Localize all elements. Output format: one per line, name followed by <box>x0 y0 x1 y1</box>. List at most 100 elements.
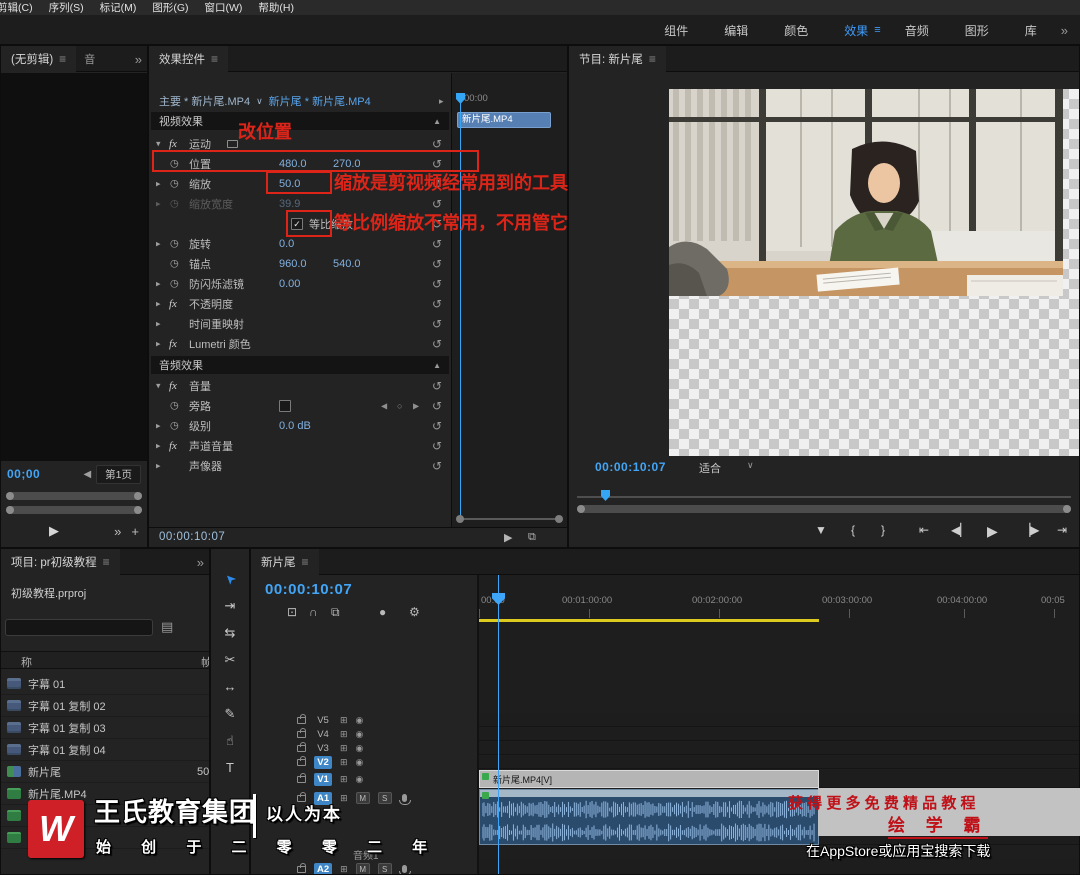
effect-row-antiflicker[interactable]: ▸ ◷ 防闪烁滤镜 0.00 ↺ <box>149 274 451 294</box>
reset-icon[interactable]: ↺ <box>432 137 442 151</box>
playhead-line[interactable] <box>460 94 461 518</box>
hand-tool-icon[interactable]: ☝ <box>211 733 249 749</box>
clip-bar[interactable]: 新片尾.MP4 <box>457 112 551 128</box>
track-name[interactable]: V2 <box>314 756 332 769</box>
project-item[interactable]: 字幕 01 复制 03 <box>1 717 209 739</box>
effect-group-channel-volume[interactable]: ▸ fx 声道音量 ↺ <box>149 436 451 456</box>
expand-down-icon[interactable]: ▾ <box>156 381 161 392</box>
stopwatch-icon[interactable]: ◷ <box>170 239 179 250</box>
reset-icon[interactable]: ↺ <box>432 157 442 171</box>
antiflicker-value[interactable]: 0.00 <box>279 278 300 290</box>
effect-row-position[interactable]: ◷ 位置 480.0 270.0 ↺ <box>149 154 451 174</box>
expand-down-icon[interactable]: ▾ <box>156 139 161 150</box>
button-overflow-icon[interactable]: » <box>114 524 121 539</box>
source-monitor-tab-2[interactable]: 音 <box>76 51 98 67</box>
play-icon[interactable]: ▶ <box>49 523 59 539</box>
audio-track-1-label[interactable]: 音频1 <box>353 847 379 862</box>
reset-icon[interactable]: ↺ <box>432 419 442 433</box>
reset-icon[interactable]: ↺ <box>432 439 442 453</box>
step-back-icon[interactable]: ◀▏ <box>951 523 969 537</box>
stopwatch-icon[interactable]: ◷ <box>170 179 179 190</box>
stopwatch-icon[interactable]: ◷ <box>170 401 179 412</box>
collapse-icon[interactable]: ▲ <box>433 361 441 370</box>
next-keyframe-icon[interactable]: ▶ <box>413 402 419 411</box>
sequence-clip-label[interactable]: 新片尾 * 新片尾.MP4 <box>269 93 371 109</box>
add-button-icon[interactable]: + <box>131 524 139 539</box>
project-file-name[interactable]: 初级教程.prproj <box>11 585 86 601</box>
track-name[interactable]: V5 <box>314 714 332 727</box>
track-name[interactable]: A1 <box>314 791 333 805</box>
expand-right-icon[interactable]: ▸ <box>156 421 161 432</box>
column-name[interactable]: 称 <box>21 654 32 670</box>
effect-group-time-remap[interactable]: ▸ 时间重映射 ↺ <box>149 314 451 334</box>
sync-lock-icon[interactable]: ⊞ <box>340 864 348 875</box>
track-lock-icon[interactable] <box>297 772 306 783</box>
timeline-settings-icon[interactable]: ⚙ <box>409 605 420 619</box>
audio-effects-section[interactable]: 音频效果 ▲ <box>151 356 449 374</box>
anchor-y-value[interactable]: 540.0 <box>333 258 361 270</box>
voiceover-mic-icon[interactable] <box>399 794 412 805</box>
mark-in-icon[interactable]: { <box>851 523 855 537</box>
reset-icon[interactable]: ↺ <box>432 337 442 351</box>
audio-clip[interactable] <box>479 789 819 845</box>
track-lock-icon[interactable] <box>297 713 306 724</box>
workspace-tab-color[interactable]: 颜色 <box>766 22 826 39</box>
mute-button[interactable]: M <box>355 792 370 804</box>
project-search-input[interactable] <box>5 619 153 636</box>
project-item[interactable]: 字幕 01 复制 04 <box>1 739 209 761</box>
panel-overflow-icon[interactable]: » <box>197 555 204 570</box>
effect-controls-tab[interactable]: 效果控件 ≡ <box>149 46 229 72</box>
track-select-tool-icon[interactable]: ⇥ <box>211 598 249 614</box>
stopwatch-icon[interactable]: ◷ <box>170 259 179 270</box>
track-lock-icon[interactable] <box>297 756 306 766</box>
expand-right-icon[interactable]: ▸ <box>156 239 161 250</box>
fx-badge-icon[interactable]: fx <box>169 138 177 150</box>
menu-help[interactable]: 帮助(H) <box>258 0 294 15</box>
track-header-v5[interactable]: V5 ⊞ ◉ <box>297 713 363 727</box>
track-header-v3[interactable]: V3 ⊞ ◉ <box>297 741 363 755</box>
reset-icon[interactable]: ↺ <box>432 277 442 291</box>
project-item-video[interactable] <box>1 805 209 827</box>
collapse-icon[interactable]: ▲ <box>433 117 441 126</box>
effect-group-panner[interactable]: ▸ 声像器 ↺ <box>149 456 451 476</box>
panel-menu-icon[interactable]: ≡ <box>103 555 110 569</box>
panel-menu-icon[interactable]: ≡ <box>211 52 218 66</box>
project-column-headers[interactable]: 称 帧 <box>1 651 209 669</box>
sync-lock-icon[interactable]: ⊞ <box>340 729 348 740</box>
track-eye-icon[interactable]: ◉ <box>356 729 364 740</box>
menu-sequence[interactable]: 序列(S) <box>49 0 84 15</box>
effect-controls-timecode[interactable]: 00:00:10:07 <box>159 531 225 543</box>
slip-tool-icon[interactable]: ↔ <box>211 679 249 694</box>
track-lock-icon[interactable] <box>297 791 306 802</box>
workspace-tab-assembly[interactable]: 组件 <box>646 22 706 39</box>
uniform-scale-checkbox[interactable]: ✓ <box>291 218 303 230</box>
voiceover-mic-icon[interactable] <box>399 865 412 874</box>
fx-badge-icon[interactable]: fx <box>169 338 177 350</box>
effect-group-lumetri[interactable]: ▸ fx Lumetri 颜色 ↺ <box>149 334 451 354</box>
go-to-out-icon[interactable]: ⇥ <box>1057 523 1067 537</box>
step-forward-icon[interactable]: ▕▶ <box>1021 523 1039 537</box>
work-area-bar[interactable] <box>479 619 819 622</box>
menu-markers[interactable]: 标记(M) <box>100 0 137 15</box>
scale-value[interactable]: 50.0 <box>279 178 300 190</box>
go-to-in-icon[interactable]: ⇤ <box>919 523 929 537</box>
menu-graphics[interactable]: 图形(G) <box>152 0 188 15</box>
column-frame[interactable]: 帧 <box>201 654 209 670</box>
play-icon[interactable]: ▶ <box>987 523 998 540</box>
expand-right-icon[interactable]: ▸ <box>156 339 161 350</box>
ripple-edit-tool-icon[interactable]: ⇆ <box>211 625 249 641</box>
mini-zoom-bar[interactable] <box>456 515 563 523</box>
track-name[interactable]: A2 <box>314 862 333 874</box>
fx-badge-icon[interactable]: fx <box>169 298 177 310</box>
workspace-tab-editing[interactable]: 编辑 <box>706 22 766 39</box>
linked-selection-icon[interactable]: ⧉ <box>331 605 340 620</box>
program-timecode[interactable]: 00:00:10:07 <box>595 460 666 474</box>
track-header-v4[interactable]: V4 ⊞ ◉ <box>297 727 363 741</box>
track-header-v2[interactable]: V2 ⊞ ◉ <box>297 756 363 769</box>
position-y-value[interactable]: 270.0 <box>333 158 361 170</box>
lift-icon[interactable]: ▼ <box>815 523 827 537</box>
project-item[interactable]: 字幕 01 <box>1 673 209 695</box>
project-item-sequence[interactable]: 新片尾 50 <box>1 761 209 783</box>
reset-icon[interactable]: ↺ <box>432 399 442 413</box>
track-eye-icon[interactable]: ◉ <box>356 774 364 785</box>
